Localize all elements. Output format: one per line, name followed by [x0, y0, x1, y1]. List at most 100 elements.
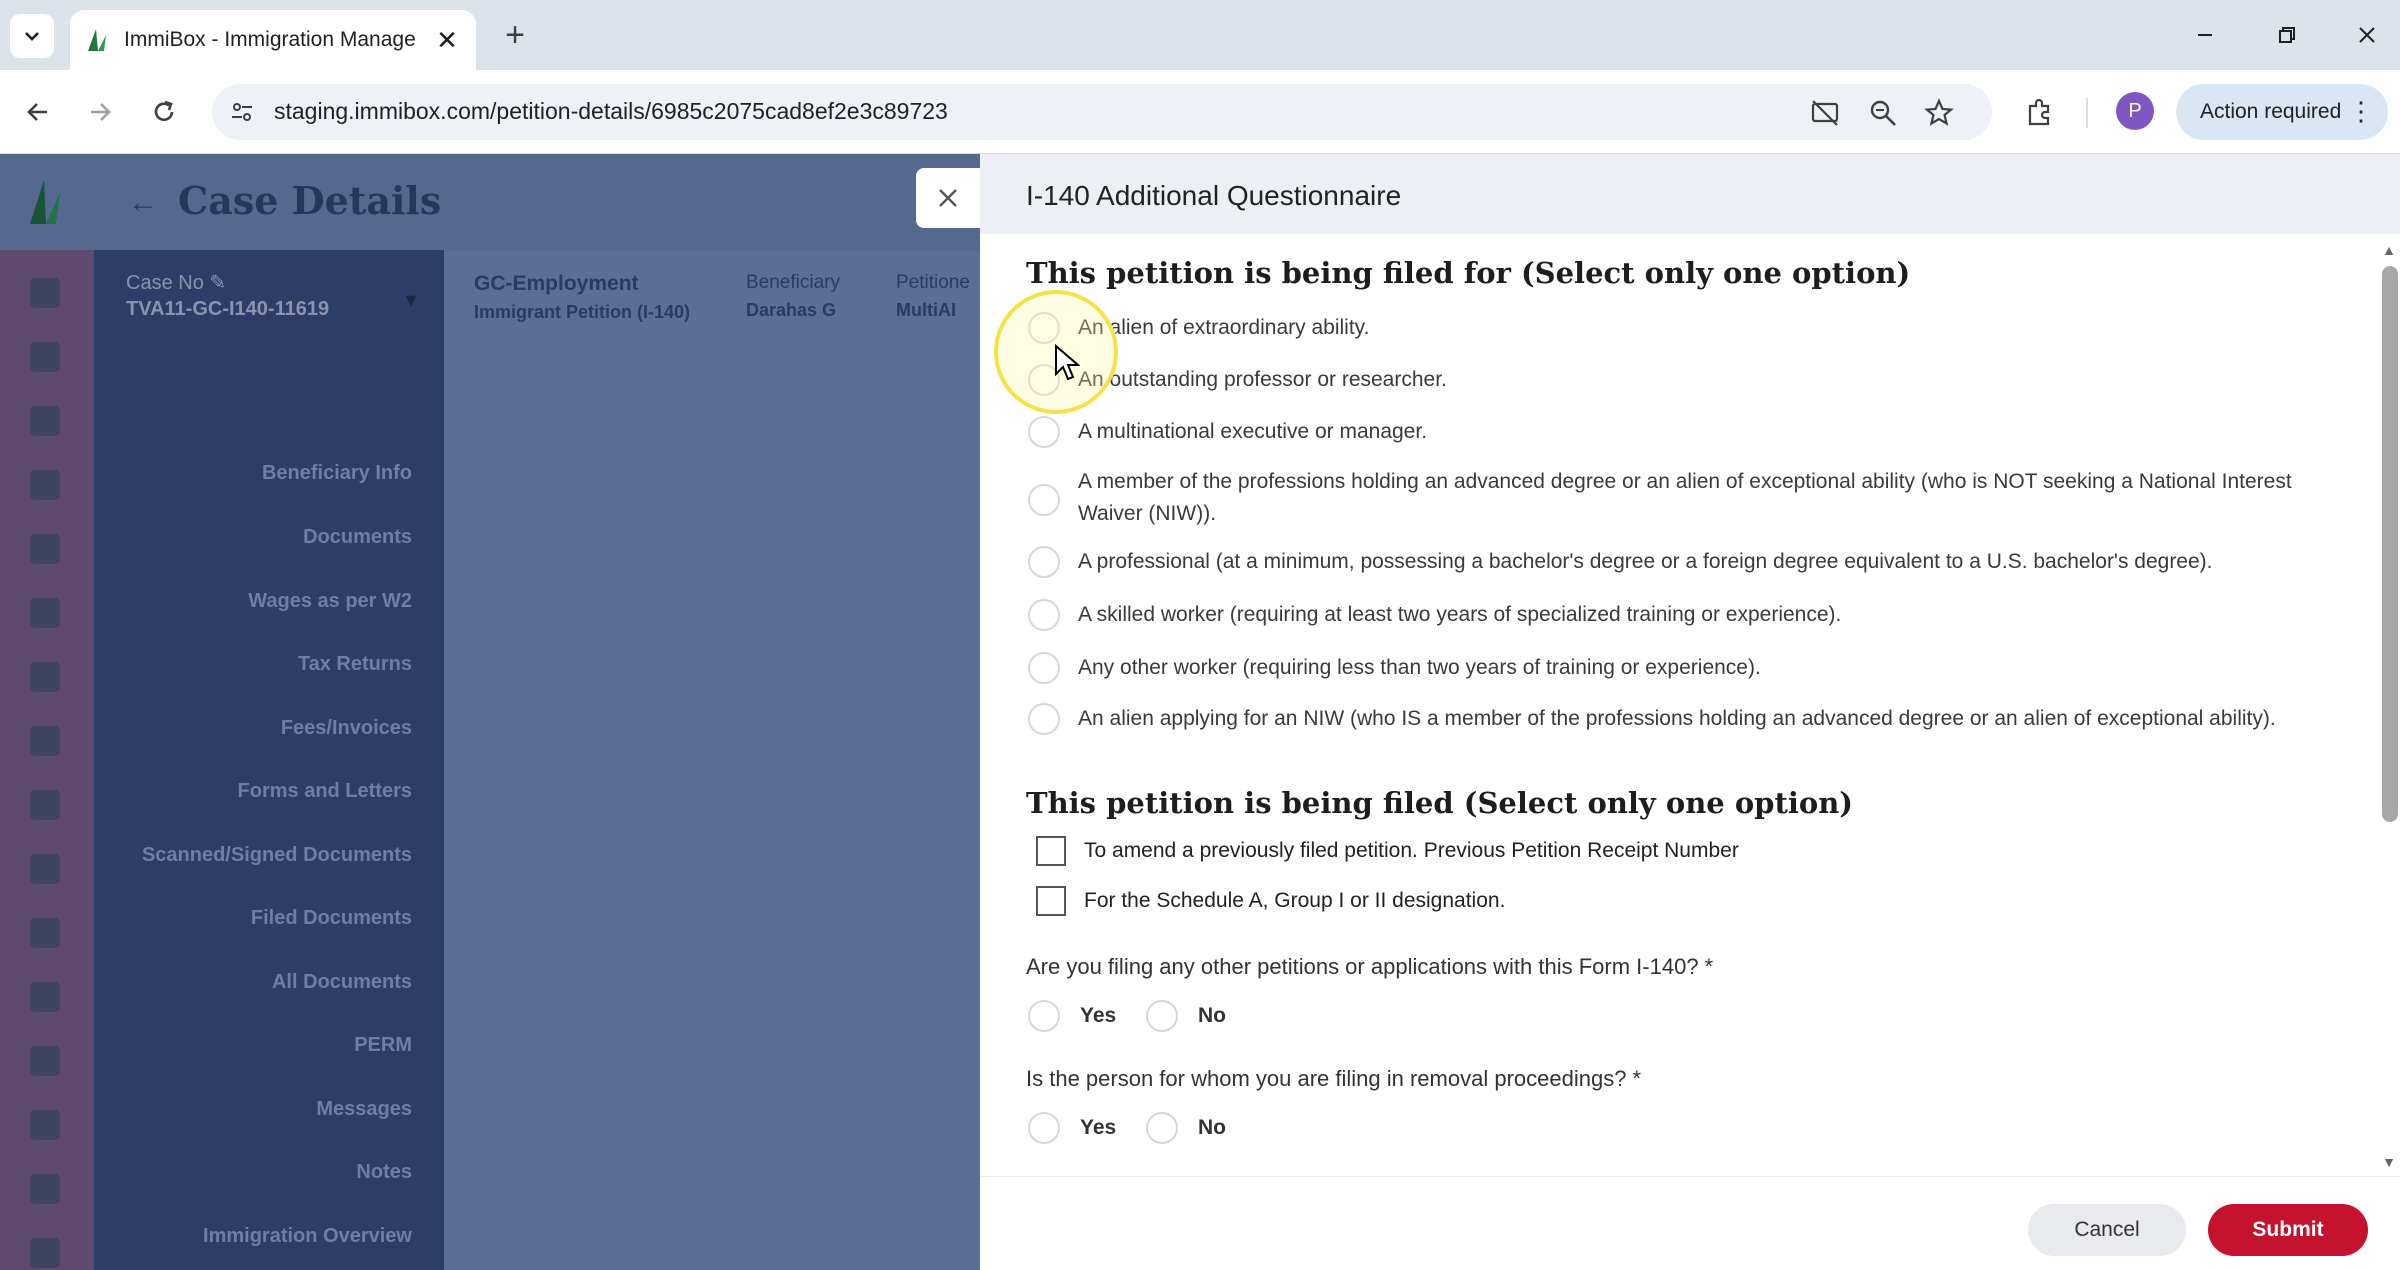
sidebar-item-immigration-overview[interactable]: Immigration Overview — [203, 1225, 412, 1248]
profile-avatar[interactable]: P — [2116, 92, 2154, 130]
cases-icon[interactable] — [30, 342, 60, 372]
cancel-button[interactable]: Cancel — [2028, 1204, 2186, 1256]
url-text[interactable]: staging.immibox.com/petition-details/698… — [274, 98, 948, 125]
new-tab-button[interactable]: + — [494, 14, 536, 56]
q1-no-option[interactable]: No — [1146, 1000, 1226, 1032]
calendar-icon[interactable] — [30, 470, 60, 500]
scroll-up-icon[interactable]: ▲ — [2382, 242, 2396, 258]
option-label: A skilled worker (requiring at least two… — [1078, 603, 1842, 626]
option-other-worker[interactable]: Any other worker (requiring less than tw… — [1028, 652, 2328, 684]
schedule-icon[interactable] — [30, 1238, 60, 1268]
no-label: No — [1198, 1004, 1226, 1027]
case-no-value: TVA11-GC-I140-11619 — [126, 298, 330, 320]
sidebar-item-documents[interactable]: Documents — [303, 526, 412, 549]
q2-no-option[interactable]: No — [1146, 1112, 1226, 1144]
forward-button[interactable] — [78, 90, 122, 134]
employee-icon[interactable] — [30, 790, 60, 820]
back-button[interactable] — [16, 90, 60, 134]
minimize-button[interactable] — [2180, 14, 2230, 56]
section-filed-title: This petition is being filed (Select onl… — [1026, 786, 1854, 820]
close-icon — [939, 189, 957, 207]
messages-icon[interactable] — [30, 598, 60, 628]
radio-button[interactable] — [1028, 484, 1060, 516]
beneficiary-label: Beneficiary — [746, 272, 840, 293]
tab-close-icon[interactable]: ✕ — [432, 25, 462, 56]
sidebar-item-wages[interactable]: Wages as per W2 — [248, 590, 412, 613]
immibox-favicon-icon — [88, 29, 106, 51]
sidebar-item-filed-documents[interactable]: Filed Documents — [251, 907, 412, 930]
submit-button[interactable]: Submit — [2208, 1204, 2368, 1256]
edit-icon[interactable] — [30, 1174, 60, 1204]
option-label: An alien applying for an NIW (who IS a m… — [1078, 707, 2276, 730]
user-icon[interactable] — [30, 726, 60, 756]
cast-off-icon[interactable] — [1808, 96, 1842, 130]
checkbox[interactable] — [1036, 886, 1066, 916]
notes-icon[interactable] — [30, 918, 60, 948]
sidebar-item-messages[interactable]: Messages — [316, 1098, 412, 1121]
reload-button[interactable] — [142, 90, 186, 134]
sidebar-item-tax-returns[interactable]: Tax Returns — [298, 653, 412, 676]
checkbox[interactable] — [1036, 836, 1066, 866]
option-multinational-executive[interactable]: A multinational executive or manager. — [1028, 416, 2328, 448]
documents-icon[interactable] — [30, 406, 60, 436]
option-outstanding-professor[interactable]: An outstanding professor or researcher. — [1028, 364, 2328, 396]
radio-button[interactable] — [1146, 1112, 1178, 1144]
checkbox-label: For the Schedule A, Group I or II design… — [1084, 889, 1506, 912]
browser-toolbar: staging.immibox.com/petition-details/698… — [0, 70, 2400, 154]
sidebar-item-all-documents[interactable]: All Documents — [272, 971, 412, 994]
scrollbar-thumb[interactable] — [2382, 266, 2398, 822]
address-bar[interactable]: staging.immibox.com/petition-details/698… — [212, 84, 1992, 140]
radio-button[interactable] — [1028, 1000, 1060, 1032]
radio-button[interactable] — [1028, 703, 1060, 735]
close-window-button[interactable] — [2342, 14, 2392, 56]
option-label: A member of the professions holding an a… — [1078, 470, 2292, 525]
radio-button[interactable] — [1146, 1000, 1178, 1032]
sidebar-item-fees-invoices[interactable]: Fees/Invoices — [281, 717, 412, 740]
tab-search-button[interactable] — [10, 14, 54, 58]
site-settings-icon[interactable] — [226, 96, 258, 128]
radio-button[interactable] — [1028, 416, 1060, 448]
reload-icon — [154, 100, 174, 121]
radio-button[interactable] — [1028, 1112, 1060, 1144]
scroll-down-icon[interactable]: ▼ — [2382, 1154, 2396, 1170]
option-professional[interactable]: A professional (at a minimum, possessing… — [1028, 546, 2328, 578]
back-arrow-icon[interactable]: ← — [128, 186, 158, 220]
case-dropdown-icon[interactable]: ▼ — [402, 290, 420, 311]
folder-icon[interactable] — [30, 854, 60, 884]
sidebar-item-perm[interactable]: PERM — [354, 1034, 412, 1057]
sidebar-item-notes[interactable]: Notes — [356, 1161, 412, 1184]
sidebar-item-scanned-signed[interactable]: Scanned/Signed Documents — [142, 844, 412, 867]
q1-yes-option[interactable]: Yes — [1028, 1000, 1116, 1032]
forms-icon[interactable] — [30, 534, 60, 564]
option-advanced-degree[interactable]: A member of the professions holding an a… — [1028, 466, 2328, 530]
option-amend-petition[interactable]: To amend a previously filed petition. Pr… — [1028, 836, 2328, 866]
option-skilled-worker[interactable]: A skilled worker (requiring at least two… — [1028, 599, 2328, 631]
browser-tab[interactable]: ImmiBox - Immigration Manage ✕ — [70, 10, 476, 70]
reports-icon[interactable] — [30, 1046, 60, 1076]
sidebar-item-forms-letters[interactable]: Forms and Letters — [238, 780, 412, 803]
option-label: An outstanding professor or researcher. — [1078, 368, 1447, 391]
dashboard-icon[interactable] — [30, 278, 60, 308]
radio-button[interactable] — [1028, 652, 1060, 684]
case-type-info: GC-Employment Immigrant Petition (I-140) — [474, 272, 690, 323]
mouse-pointer-icon — [1055, 344, 1080, 381]
option-niw[interactable]: An alien applying for an NIW (who IS a m… — [1028, 703, 2328, 735]
tasks-icon[interactable] — [30, 662, 60, 692]
option-extraordinary-ability[interactable]: An alien of extraordinary ability. — [1028, 312, 2328, 344]
zoom-icon[interactable] — [1866, 96, 1900, 130]
restore-button[interactable] — [2262, 14, 2312, 56]
radio-button[interactable] — [1028, 599, 1060, 631]
team-icon[interactable] — [30, 1110, 60, 1140]
q2-yes-option[interactable]: Yes — [1028, 1112, 1116, 1144]
action-required-button[interactable]: Action required ⋮ — [2176, 84, 2388, 140]
extensions-puzzle-icon[interactable] — [2020, 92, 2060, 132]
icon-rail — [0, 250, 94, 1270]
drawer-close-button[interactable] — [916, 168, 980, 228]
petitioner-label: Petitione — [896, 272, 970, 293]
option-schedule-a[interactable]: For the Schedule A, Group I or II design… — [1028, 886, 2328, 916]
kebab-menu-icon[interactable]: ⋮ — [2348, 98, 2374, 124]
contacts-icon[interactable] — [30, 982, 60, 1012]
radio-button[interactable] — [1028, 546, 1060, 578]
bookmark-star-icon[interactable] — [1922, 96, 1956, 130]
sidebar-item-beneficiary-info[interactable]: Beneficiary Info — [262, 462, 412, 485]
